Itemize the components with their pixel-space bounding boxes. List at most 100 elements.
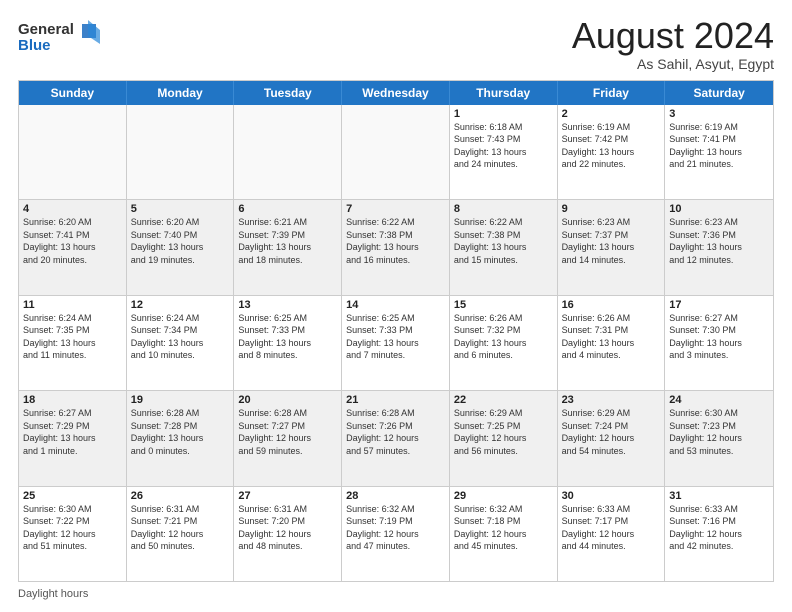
calendar-cell: 23Sunrise: 6:29 AMSunset: 7:24 PMDayligh…	[558, 391, 666, 485]
calendar-cell: 2Sunrise: 6:19 AMSunset: 7:42 PMDaylight…	[558, 105, 666, 199]
day-info: Sunrise: 6:31 AMSunset: 7:20 PMDaylight:…	[238, 503, 337, 553]
day-number: 18	[23, 394, 122, 406]
calendar-cell: 11Sunrise: 6:24 AMSunset: 7:35 PMDayligh…	[19, 296, 127, 390]
day-info: Sunrise: 6:26 AMSunset: 7:32 PMDaylight:…	[454, 312, 553, 362]
day-info: Sunrise: 6:29 AMSunset: 7:25 PMDaylight:…	[454, 407, 553, 457]
day-number: 23	[562, 394, 661, 406]
calendar-header-row: SundayMondayTuesdayWednesdayThursdayFrid…	[19, 81, 773, 105]
calendar-week: 1Sunrise: 6:18 AMSunset: 7:43 PMDaylight…	[19, 105, 773, 200]
day-number: 5	[131, 203, 230, 215]
svg-text:General: General	[18, 21, 74, 38]
day-number: 8	[454, 203, 553, 215]
day-number: 30	[562, 490, 661, 502]
header: General Blue August 2024 As Sahil, Asyut…	[18, 16, 774, 72]
calendar-week: 25Sunrise: 6:30 AMSunset: 7:22 PMDayligh…	[19, 487, 773, 581]
calendar-cell: 21Sunrise: 6:28 AMSunset: 7:26 PMDayligh…	[342, 391, 450, 485]
calendar-cell: 15Sunrise: 6:26 AMSunset: 7:32 PMDayligh…	[450, 296, 558, 390]
day-number: 24	[669, 394, 769, 406]
calendar-week: 4Sunrise: 6:20 AMSunset: 7:41 PMDaylight…	[19, 200, 773, 295]
calendar-cell: 9Sunrise: 6:23 AMSunset: 7:37 PMDaylight…	[558, 200, 666, 294]
calendar-body: 1Sunrise: 6:18 AMSunset: 7:43 PMDaylight…	[19, 105, 773, 581]
calendar-header-cell: Thursday	[450, 81, 558, 105]
calendar-cell: 6Sunrise: 6:21 AMSunset: 7:39 PMDaylight…	[234, 200, 342, 294]
calendar-cell: 18Sunrise: 6:27 AMSunset: 7:29 PMDayligh…	[19, 391, 127, 485]
day-number: 26	[131, 490, 230, 502]
calendar: SundayMondayTuesdayWednesdayThursdayFrid…	[18, 80, 774, 582]
title-block: August 2024 As Sahil, Asyut, Egypt	[572, 16, 774, 72]
day-info: Sunrise: 6:27 AMSunset: 7:30 PMDaylight:…	[669, 312, 769, 362]
day-number: 27	[238, 490, 337, 502]
calendar-cell: 29Sunrise: 6:32 AMSunset: 7:18 PMDayligh…	[450, 487, 558, 581]
calendar-cell: 1Sunrise: 6:18 AMSunset: 7:43 PMDaylight…	[450, 105, 558, 199]
calendar-cell: 5Sunrise: 6:20 AMSunset: 7:40 PMDaylight…	[127, 200, 235, 294]
main-title: August 2024	[572, 16, 774, 56]
calendar-cell: 3Sunrise: 6:19 AMSunset: 7:41 PMDaylight…	[665, 105, 773, 199]
day-number: 4	[23, 203, 122, 215]
calendar-cell: 20Sunrise: 6:28 AMSunset: 7:27 PMDayligh…	[234, 391, 342, 485]
day-info: Sunrise: 6:21 AMSunset: 7:39 PMDaylight:…	[238, 216, 337, 266]
day-number: 11	[23, 299, 122, 311]
calendar-header-cell: Monday	[127, 81, 235, 105]
day-number: 1	[454, 108, 553, 120]
day-info: Sunrise: 6:23 AMSunset: 7:36 PMDaylight:…	[669, 216, 769, 266]
day-number: 19	[131, 394, 230, 406]
calendar-cell: 22Sunrise: 6:29 AMSunset: 7:25 PMDayligh…	[450, 391, 558, 485]
day-number: 14	[346, 299, 445, 311]
calendar-cell: 25Sunrise: 6:30 AMSunset: 7:22 PMDayligh…	[19, 487, 127, 581]
svg-text:Blue: Blue	[18, 37, 51, 54]
day-info: Sunrise: 6:28 AMSunset: 7:28 PMDaylight:…	[131, 407, 230, 457]
day-number: 9	[562, 203, 661, 215]
day-number: 3	[669, 108, 769, 120]
day-number: 2	[562, 108, 661, 120]
calendar-header-cell: Saturday	[665, 81, 773, 105]
logo-text: General Blue	[18, 16, 108, 65]
footer: Daylight hours	[18, 588, 774, 600]
calendar-header-cell: Tuesday	[234, 81, 342, 105]
calendar-cell	[342, 105, 450, 199]
footer-text: Daylight hours	[18, 588, 88, 600]
day-info: Sunrise: 6:30 AMSunset: 7:22 PMDaylight:…	[23, 503, 122, 553]
day-info: Sunrise: 6:32 AMSunset: 7:18 PMDaylight:…	[454, 503, 553, 553]
day-number: 6	[238, 203, 337, 215]
day-info: Sunrise: 6:19 AMSunset: 7:41 PMDaylight:…	[669, 121, 769, 171]
day-info: Sunrise: 6:27 AMSunset: 7:29 PMDaylight:…	[23, 407, 122, 457]
day-info: Sunrise: 6:23 AMSunset: 7:37 PMDaylight:…	[562, 216, 661, 266]
logo: General Blue	[18, 16, 108, 65]
day-number: 29	[454, 490, 553, 502]
calendar-cell	[234, 105, 342, 199]
day-info: Sunrise: 6:28 AMSunset: 7:27 PMDaylight:…	[238, 407, 337, 457]
day-info: Sunrise: 6:25 AMSunset: 7:33 PMDaylight:…	[346, 312, 445, 362]
calendar-cell	[127, 105, 235, 199]
day-info: Sunrise: 6:26 AMSunset: 7:31 PMDaylight:…	[562, 312, 661, 362]
calendar-cell: 14Sunrise: 6:25 AMSunset: 7:33 PMDayligh…	[342, 296, 450, 390]
calendar-cell: 7Sunrise: 6:22 AMSunset: 7:38 PMDaylight…	[342, 200, 450, 294]
day-info: Sunrise: 6:31 AMSunset: 7:21 PMDaylight:…	[131, 503, 230, 553]
day-number: 20	[238, 394, 337, 406]
day-info: Sunrise: 6:25 AMSunset: 7:33 PMDaylight:…	[238, 312, 337, 362]
calendar-cell	[19, 105, 127, 199]
day-info: Sunrise: 6:33 AMSunset: 7:16 PMDaylight:…	[669, 503, 769, 553]
day-info: Sunrise: 6:19 AMSunset: 7:42 PMDaylight:…	[562, 121, 661, 171]
calendar-cell: 28Sunrise: 6:32 AMSunset: 7:19 PMDayligh…	[342, 487, 450, 581]
day-info: Sunrise: 6:28 AMSunset: 7:26 PMDaylight:…	[346, 407, 445, 457]
day-number: 10	[669, 203, 769, 215]
calendar-cell: 12Sunrise: 6:24 AMSunset: 7:34 PMDayligh…	[127, 296, 235, 390]
page: General Blue August 2024 As Sahil, Asyut…	[0, 0, 792, 612]
day-info: Sunrise: 6:30 AMSunset: 7:23 PMDaylight:…	[669, 407, 769, 457]
calendar-cell: 10Sunrise: 6:23 AMSunset: 7:36 PMDayligh…	[665, 200, 773, 294]
day-info: Sunrise: 6:22 AMSunset: 7:38 PMDaylight:…	[346, 216, 445, 266]
day-number: 21	[346, 394, 445, 406]
day-info: Sunrise: 6:20 AMSunset: 7:41 PMDaylight:…	[23, 216, 122, 266]
calendar-week: 11Sunrise: 6:24 AMSunset: 7:35 PMDayligh…	[19, 296, 773, 391]
calendar-cell: 26Sunrise: 6:31 AMSunset: 7:21 PMDayligh…	[127, 487, 235, 581]
calendar-cell: 17Sunrise: 6:27 AMSunset: 7:30 PMDayligh…	[665, 296, 773, 390]
day-info: Sunrise: 6:22 AMSunset: 7:38 PMDaylight:…	[454, 216, 553, 266]
calendar-cell: 16Sunrise: 6:26 AMSunset: 7:31 PMDayligh…	[558, 296, 666, 390]
day-number: 12	[131, 299, 230, 311]
day-number: 7	[346, 203, 445, 215]
calendar-header-cell: Sunday	[19, 81, 127, 105]
calendar-cell: 30Sunrise: 6:33 AMSunset: 7:17 PMDayligh…	[558, 487, 666, 581]
day-number: 13	[238, 299, 337, 311]
day-info: Sunrise: 6:33 AMSunset: 7:17 PMDaylight:…	[562, 503, 661, 553]
calendar-cell: 19Sunrise: 6:28 AMSunset: 7:28 PMDayligh…	[127, 391, 235, 485]
